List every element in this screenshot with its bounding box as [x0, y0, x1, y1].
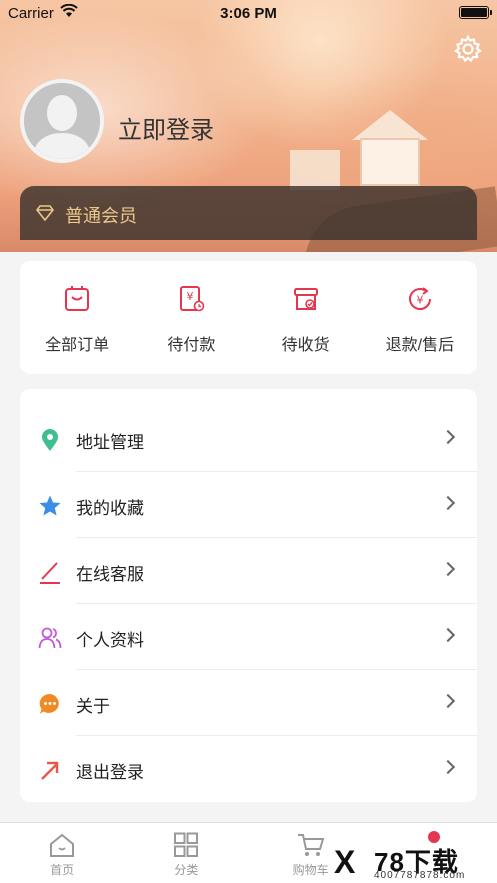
tab-category[interactable]: 分类 [124, 823, 248, 883]
pending-payment-icon: ¥ [180, 286, 205, 312]
member-level-label: 普通会员 [65, 206, 137, 226]
chevron-right-icon [440, 495, 456, 511]
diamond-icon [36, 205, 54, 221]
order-all-label: 全部订单 [45, 337, 110, 354]
gear-icon[interactable] [453, 34, 483, 64]
menu-item-logout[interactable]: 退出登录 [20, 736, 477, 802]
house-illustration [360, 138, 420, 186]
exit-arrow-icon [41, 761, 59, 780]
chevron-right-icon [440, 693, 456, 709]
status-bar: Carrier 3:06 PM [0, 0, 497, 26]
order-pending-receipt-label: 待收货 [281, 337, 330, 354]
location-pin-icon [42, 429, 58, 451]
menu-item-customer-service[interactable]: 在线客服 [20, 538, 477, 604]
chevron-right-icon [440, 627, 456, 643]
pen-icon [40, 562, 60, 584]
star-icon [39, 495, 61, 516]
cart-icon [297, 834, 324, 856]
avatar[interactable] [20, 79, 104, 163]
user-silhouette-icon [24, 83, 100, 159]
watermark-site: 4007787878.com [374, 870, 466, 881]
refund-icon: ¥ [408, 287, 431, 310]
house-illustration-roof [352, 110, 428, 140]
settings-menu-card: 地址管理 我的收藏 在线客服 个人资料 关于 退出登录 [20, 389, 477, 802]
pending-receipt-icon [293, 288, 318, 310]
menu-item-label: 我的收藏 [76, 499, 144, 518]
home-icon [50, 833, 75, 857]
battery-icon [459, 6, 492, 19]
chevron-right-icon [440, 759, 456, 775]
order-pending-payment-label: 待付款 [167, 337, 216, 354]
order-pending-receipt-button[interactable]: 待收货 [249, 261, 363, 374]
clock: 3:06 PM [220, 5, 277, 22]
member-level-bar[interactable]: 普通会员 [20, 186, 477, 240]
menu-item-label: 个人资料 [76, 631, 144, 650]
tab-label: 分类 [174, 863, 199, 877]
grid-icon [174, 832, 199, 857]
house-illustration-small [290, 150, 340, 190]
menu-item-label: 在线客服 [76, 565, 144, 584]
login-link[interactable]: 立即登录 [118, 110, 214, 145]
order-shortcuts-card: 全部订单 ¥ 待付款 待收货 ¥ 退款/售后 [20, 261, 477, 374]
all-orders-icon [65, 286, 90, 311]
tab-label: 首页 [50, 863, 75, 877]
menu-item-about[interactable]: 关于 [20, 670, 477, 736]
svg-text:¥: ¥ [187, 290, 194, 303]
menu-item-profile[interactable]: 个人资料 [20, 604, 477, 670]
chat-bubble-icon [39, 693, 59, 714]
order-all-button[interactable]: 全部订单 [20, 261, 134, 374]
tab-home[interactable]: 首页 [0, 823, 124, 883]
order-refund-button[interactable]: ¥ 退款/售后 [363, 261, 477, 374]
watermark: X 78下载 4007787878.com [334, 840, 494, 882]
chevron-right-icon [440, 429, 456, 445]
menu-item-address[interactable]: 地址管理 [20, 406, 477, 472]
svg-text:¥: ¥ [416, 294, 423, 307]
user-profile-icon [38, 627, 62, 649]
order-refund-label: 退款/售后 [385, 337, 455, 354]
chevron-right-icon [440, 561, 456, 577]
menu-item-favorites[interactable]: 我的收藏 [20, 472, 477, 538]
order-pending-payment-button[interactable]: ¥ 待付款 [134, 261, 248, 374]
menu-item-label: 退出登录 [76, 763, 144, 782]
menu-item-label: 地址管理 [76, 433, 144, 452]
watermark-logo: X [334, 844, 356, 880]
menu-item-label: 关于 [76, 697, 110, 716]
